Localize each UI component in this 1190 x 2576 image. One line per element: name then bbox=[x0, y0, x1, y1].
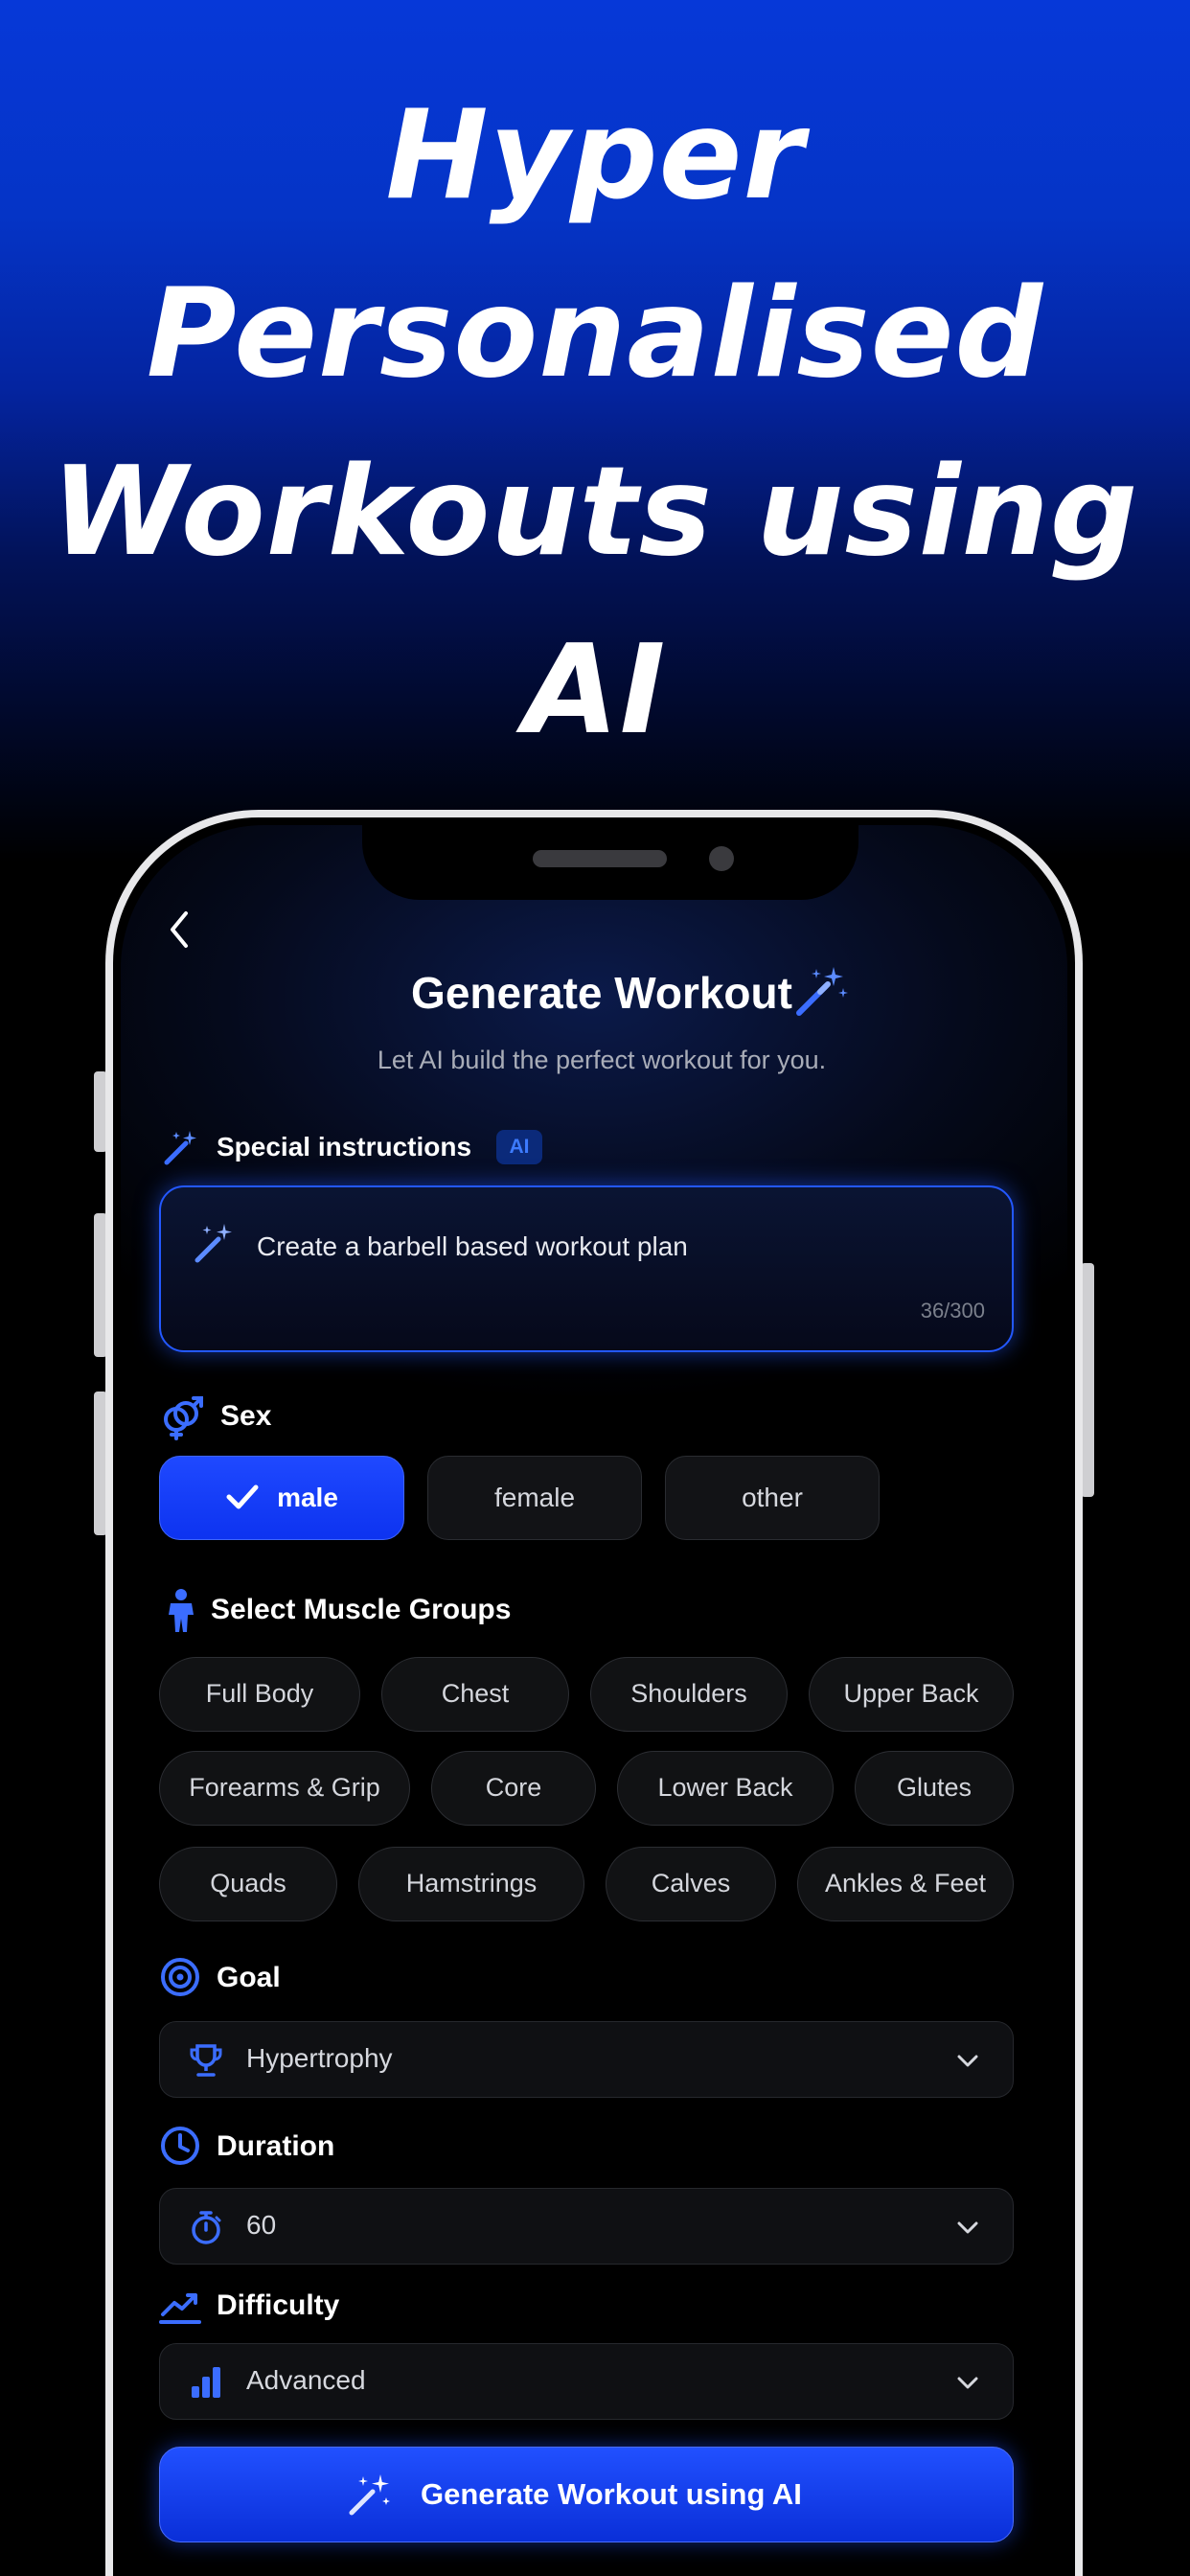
trophy-icon bbox=[190, 2044, 222, 2077]
phone-frame: Generate Workout Let AI build the perfec… bbox=[105, 810, 1083, 2576]
duration-select[interactable]: 60 bbox=[159, 2188, 1014, 2265]
ai-badge: AI bbox=[496, 1130, 542, 1164]
special-instructions-input[interactable]: Create a barbell based workout plan 36/3… bbox=[159, 1185, 1014, 1352]
hero-banner: Hyper Personalised Workouts using AI bbox=[0, 0, 1190, 862]
muscle-chip[interactable]: Ankles & Feet bbox=[797, 1847, 1014, 1921]
target-icon bbox=[161, 1958, 199, 1996]
magic-wand-icon bbox=[164, 1131, 196, 1165]
stopwatch-icon bbox=[192, 2211, 221, 2244]
trend-icon bbox=[159, 2293, 201, 2324]
sex-option-other[interactable]: other bbox=[665, 1456, 880, 1540]
difficulty-select[interactable]: Advanced bbox=[159, 2343, 1014, 2420]
muscle-chip[interactable]: Hamstrings bbox=[358, 1847, 584, 1921]
muscle-chip[interactable]: Core bbox=[431, 1751, 596, 1826]
app-screen: Generate Workout Let AI build the perfec… bbox=[121, 825, 1067, 2576]
sex-option-label: male bbox=[277, 1483, 338, 1512]
goal-value: Hypertrophy bbox=[246, 2043, 393, 2073]
gender-icon bbox=[164, 1396, 203, 1440]
hero-title-line-3: Workouts using bbox=[51, 441, 1139, 584]
muscle-chip[interactable]: Shoulders bbox=[590, 1657, 788, 1732]
muscle-chip[interactable]: Calves bbox=[606, 1847, 776, 1921]
hero-title: Hyper Personalised Workouts using AI bbox=[0, 67, 1190, 780]
page-subtitle: Let AI build the perfect workout for you… bbox=[377, 1046, 827, 1074]
magic-wand-icon bbox=[195, 1224, 232, 1263]
muscle-chip[interactable]: Lower Back bbox=[617, 1751, 834, 1826]
goal-select[interactable]: Hypertrophy bbox=[159, 2021, 1014, 2098]
bar-chart-icon bbox=[192, 2367, 220, 2398]
muscle-chip[interactable]: Forearms & Grip bbox=[159, 1751, 410, 1826]
hero-title-line-4: AI bbox=[523, 619, 667, 762]
magic-wand-icon bbox=[796, 967, 848, 1016]
clock-icon bbox=[161, 2127, 199, 2165]
phone-notch bbox=[362, 825, 858, 900]
sex-option-male[interactable]: male bbox=[159, 1456, 404, 1540]
difficulty-label: Difficulty bbox=[217, 2289, 340, 2321]
sex-option-female[interactable]: female bbox=[427, 1456, 642, 1540]
special-instructions-value: Create a barbell based workout plan bbox=[257, 1231, 688, 1261]
hero-title-line-1: Hyper bbox=[385, 84, 805, 227]
muscle-chip[interactable]: Chest bbox=[381, 1657, 569, 1732]
difficulty-value: Advanced bbox=[246, 2365, 366, 2395]
muscle-chip[interactable]: Glutes bbox=[855, 1751, 1014, 1826]
chevron-down-icon bbox=[957, 2221, 978, 2234]
special-instructions-label: Special instructions bbox=[217, 1132, 472, 1162]
hero-title-line-2: Personalised bbox=[146, 263, 1044, 405]
phone-power-button bbox=[1081, 1263, 1094, 1497]
duration-value: 60 bbox=[246, 2210, 277, 2240]
magic-wand-icon bbox=[349, 2474, 390, 2516]
goal-label: Goal bbox=[217, 1962, 281, 1993]
muscle-chip[interactable]: Upper Back bbox=[809, 1657, 1014, 1732]
generate-button-label: Generate Workout using AI bbox=[421, 2477, 802, 2511]
duration-label: Duration bbox=[217, 2130, 335, 2162]
character-count: 36/300 bbox=[920, 1299, 985, 1322]
page-title-text: Generate Workout bbox=[411, 968, 792, 1018]
muscle-groups-label: Select Muscle Groups bbox=[211, 1594, 512, 1625]
person-icon bbox=[169, 1589, 194, 1632]
front-camera bbox=[709, 846, 734, 871]
checkmark-icon bbox=[226, 1484, 259, 1509]
sex-label: Sex bbox=[220, 1400, 272, 1432]
muscle-chip[interactable]: Quads bbox=[159, 1847, 337, 1921]
chevron-down-icon bbox=[957, 2377, 978, 2389]
chevron-left-icon[interactable] bbox=[163, 906, 195, 954]
page-title: Generate Workout bbox=[121, 967, 1067, 1019]
speaker-grille bbox=[533, 850, 667, 867]
chevron-down-icon bbox=[957, 2055, 978, 2067]
muscle-chip[interactable]: Full Body bbox=[159, 1657, 360, 1732]
generate-workout-button[interactable]: Generate Workout using AI bbox=[159, 2447, 1014, 2542]
